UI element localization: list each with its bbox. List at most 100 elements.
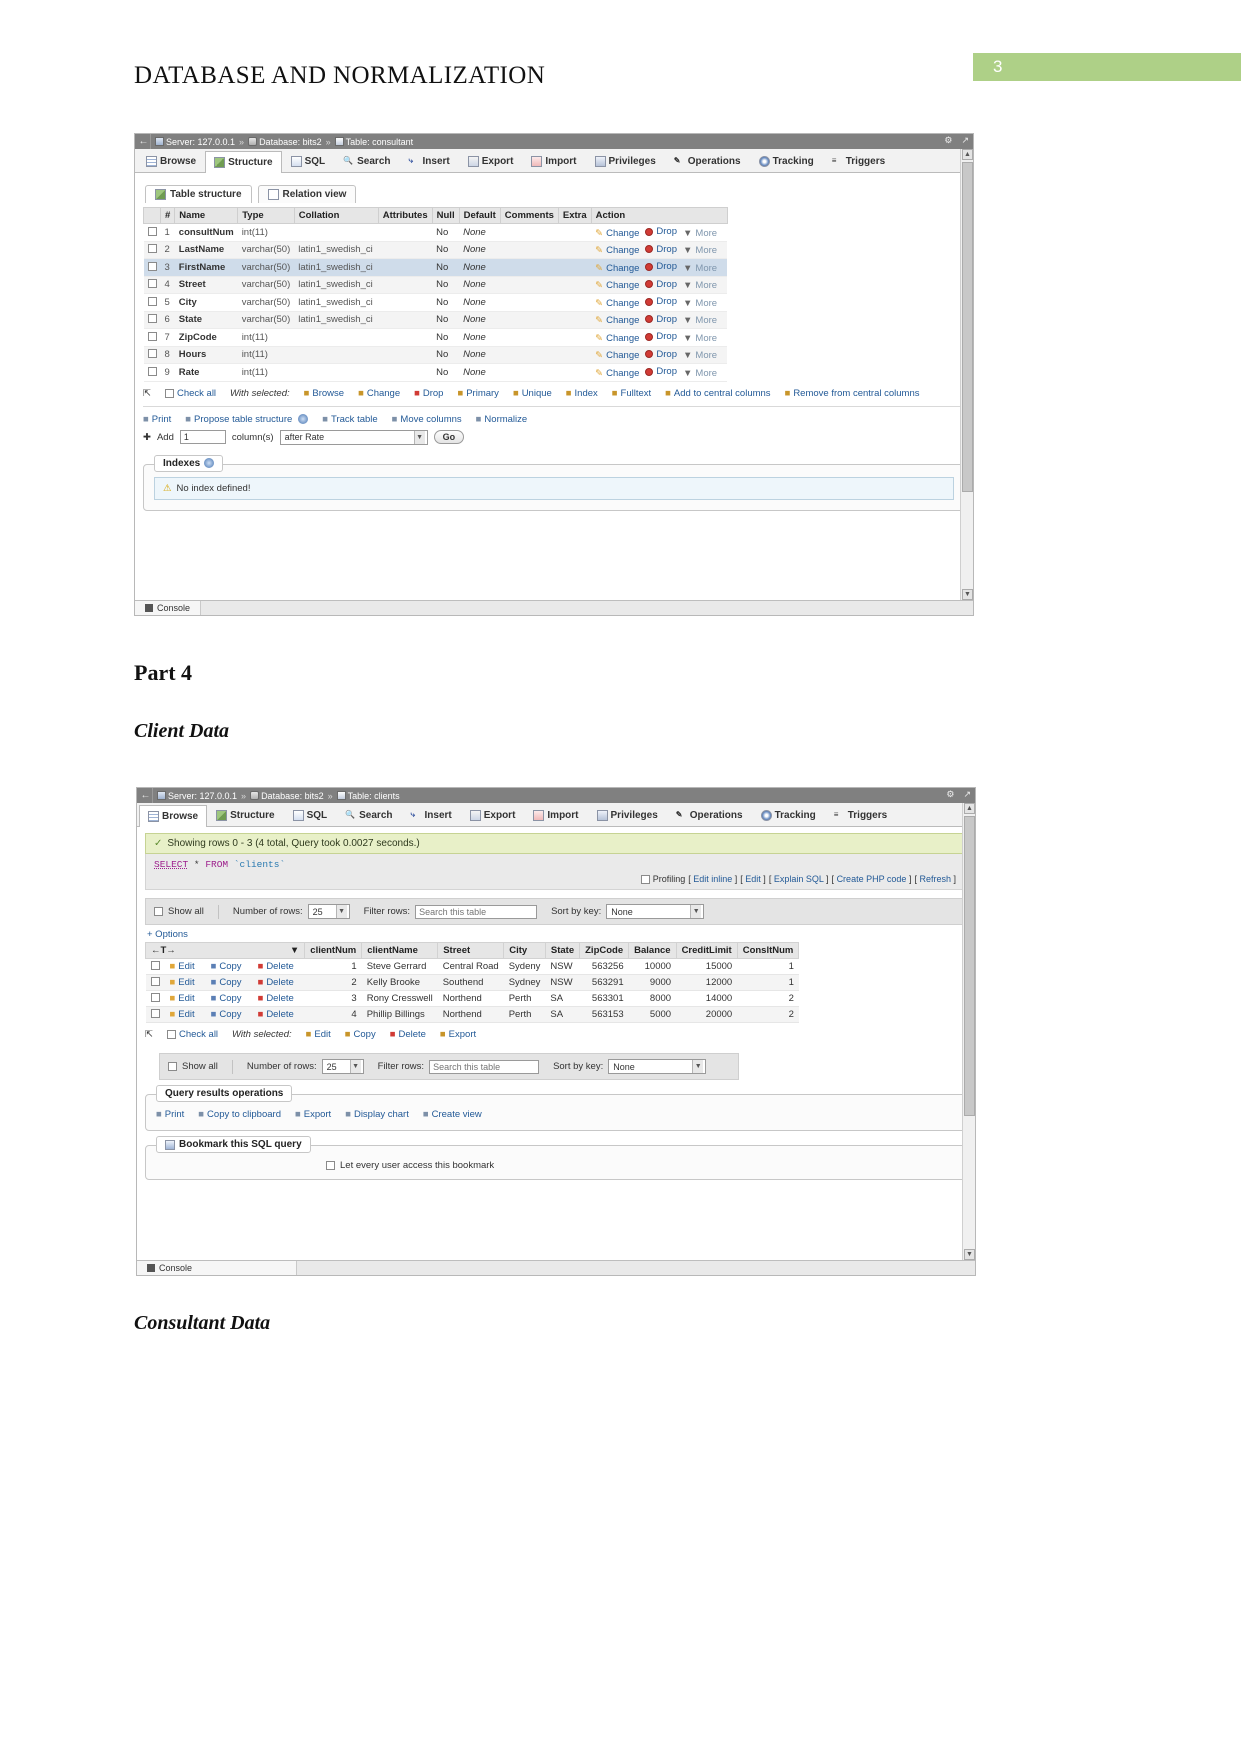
breadcrumb-server[interactable]: Server: 127.0.0.1 [168,791,237,801]
row-checkbox[interactable] [147,314,157,324]
table-op-normalize[interactable]: ■ Normalize [476,414,528,425]
row-copy-action[interactable]: ■ Copy [205,958,253,975]
more-link[interactable]: ▼ More [683,280,717,291]
tab-browse[interactable]: Browse [137,150,205,172]
more-link[interactable]: ▼ More [683,315,717,326]
tab-browse[interactable]: Browse [139,805,208,827]
row-delete-action[interactable]: ■ Delete [252,974,305,991]
row-checkbox-cell[interactable] [145,974,165,991]
drop-link[interactable]: Drop [645,226,677,237]
table-op-track-table[interactable]: ■ Track table [322,414,377,425]
data-col-zipcode[interactable]: ZipCode [579,942,630,959]
breadcrumb-database[interactable]: Database: bits2 [259,137,322,147]
table-row[interactable]: 2 LastName varchar(50) latin1_swedish_ci No N… [143,241,728,259]
profiling-checkbox[interactable] [640,874,650,884]
tab-operations[interactable]: ✎ Operations [667,804,752,826]
subtab-table-structure[interactable]: Table structure [145,185,252,203]
options-toggle[interactable]: + Options [137,925,975,942]
row-checkbox[interactable] [150,993,160,1002]
row-checkbox-cell[interactable] [145,990,165,1007]
change-link[interactable]: ✎ Change [595,245,639,256]
table-op-propose-table-structure[interactable]: ■ Propose table structure [185,414,309,425]
drop-link[interactable]: Drop [645,314,677,325]
data-col-clientnum[interactable]: clientNum [304,942,363,959]
check-all-control[interactable]: Check all [166,1029,218,1040]
scroll-up-arrow[interactable]: ▲ [962,149,973,160]
change-link[interactable]: ✎ Change [595,298,639,309]
more-link[interactable]: ▼ More [683,350,717,361]
change-link[interactable]: ✎ Change [595,315,639,326]
table-row[interactable]: ■ Edit ■ Copy ■ Delete 3 Rony Cresswell Northend… [145,990,799,1007]
with-selected-delete[interactable]: ■ Delete [390,1029,426,1040]
row-checkbox-cell[interactable] [143,328,161,347]
with-selected-unique[interactable]: ■ Unique [513,388,552,399]
chevron-down-icon[interactable]: ▼ [290,945,299,956]
change-link[interactable]: ✎ Change [595,368,639,379]
change-link[interactable]: ✎ Change [595,333,639,344]
add-column-position-select[interactable]: after Rate ▼ [279,429,428,445]
with-selected-change[interactable]: ■ Change [358,388,400,399]
more-link[interactable]: ▼ More [683,298,717,309]
row-delete-action[interactable]: ■ Delete [252,990,305,1007]
more-link[interactable]: ▼ More [683,228,717,239]
row-checkbox-cell[interactable] [145,958,165,975]
scroll-down-arrow[interactable]: ▼ [964,1249,975,1260]
row-checkbox[interactable] [150,1009,160,1018]
row-checkbox[interactable] [147,279,157,289]
tab-import[interactable]: Import [524,804,587,826]
change-link[interactable]: ✎ Change [595,228,639,239]
more-link[interactable]: ▼ More [683,263,717,274]
row-checkbox[interactable] [147,349,157,359]
console-button[interactable]: Console [135,600,202,615]
row-checkbox-cell[interactable] [143,363,161,382]
sql-link-edit[interactable]: [ Edit ] [740,874,766,884]
tab-export[interactable]: Export [459,150,523,172]
table-row[interactable]: ■ Edit ■ Copy ■ Delete 1 Steve Gerrard Central R… [145,958,799,975]
tab-structure[interactable]: Structure [205,151,282,173]
show-all-checkbox[interactable] [168,1062,177,1071]
console-button[interactable]: Console [137,1260,297,1275]
row-checkbox-cell[interactable] [143,276,161,294]
row-checkbox[interactable] [147,296,157,306]
scrollbar-thumb[interactable] [964,816,975,1116]
row-checkbox-cell[interactable] [143,241,161,259]
table-row[interactable]: 6 State varchar(50) latin1_swedish_ci No None… [143,311,728,329]
check-all-checkbox[interactable] [166,1030,176,1039]
back-icon[interactable]: ← [137,134,151,149]
row-copy-action[interactable]: ■ Copy [205,1006,253,1023]
table-row[interactable]: ■ Edit ■ Copy ■ Delete 4 Phillip Billings Northe… [145,1006,799,1023]
drop-link[interactable]: Drop [645,296,677,307]
row-delete-action[interactable]: ■ Delete [252,1006,305,1023]
sql-link-explain-sql[interactable]: [ Explain SQL ] [769,874,829,884]
breadcrumb-table[interactable]: Table: clients [348,791,400,801]
qro-copy-to-clipboard[interactable]: ■ Copy to clipboard [198,1109,281,1120]
row-checkbox[interactable] [147,261,157,271]
with-selected-primary[interactable]: ■ Primary [457,388,498,399]
drop-link[interactable]: Drop [645,331,677,342]
tab-structure[interactable]: Structure [207,804,283,826]
filter-rows-input[interactable] [429,1059,540,1074]
with-selected-browse[interactable]: ■ Browse [304,388,344,399]
vertical-scrollbar[interactable]: ▲ ▼ [962,803,975,1260]
sort-by-key-select[interactable]: None ▼ [606,904,705,919]
gear-icon[interactable]: ⚙ [944,135,952,146]
sql-link-create-php-code[interactable]: [ Create PHP code ] [832,874,912,884]
tab-privileges[interactable]: Privileges [586,150,665,172]
row-checkbox[interactable] [150,977,160,986]
scrollbar-thumb[interactable] [962,162,973,492]
row-checkbox[interactable] [150,961,160,970]
profiling-control[interactable]: Profiling [640,874,685,884]
show-all-checkbox[interactable] [154,907,163,916]
breadcrumb-database[interactable]: Database: bits2 [261,791,324,801]
table-row[interactable]: 7 ZipCode int(11) No None ✎ Change Drop ▼ More [143,328,728,347]
table-op-print[interactable]: ■ Print [143,414,171,425]
data-col-state[interactable]: State [544,942,581,959]
drop-link[interactable]: Drop [645,366,677,377]
row-checkbox-cell[interactable] [143,223,161,242]
tab-operations[interactable]: ✎ Operations [665,150,750,172]
sql-link-refresh[interactable]: [ Refresh ] [914,874,956,884]
drop-link[interactable]: Drop [645,261,677,272]
back-icon[interactable]: ← [139,788,153,803]
tab-tracking[interactable]: Tracking [750,150,823,172]
more-link[interactable]: ▼ More [683,245,717,256]
